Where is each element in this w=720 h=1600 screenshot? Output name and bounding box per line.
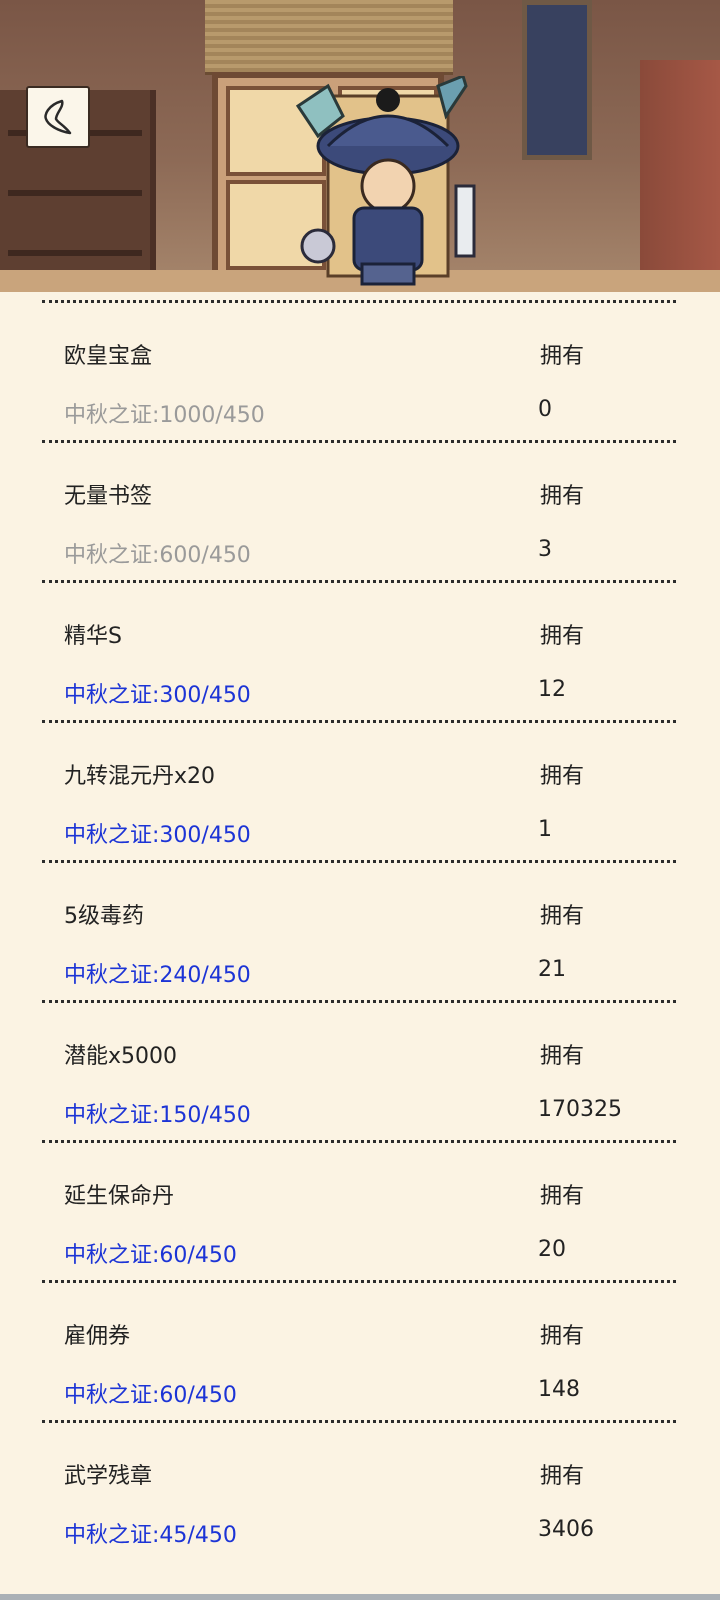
owned-label: 拥有 <box>540 344 585 369</box>
item-cost: 中秋之证:150/450 <box>64 1103 251 1128</box>
item-cost: 中秋之证:60/450 <box>64 1243 237 1268</box>
curtain <box>640 60 720 292</box>
item-name: 延生保命丹 <box>64 1184 175 1209</box>
exchange-item-list: 欧皇宝盒 拥有 中秋之证:1000/450 0 无量书签 拥有 中秋之证:600… <box>0 292 720 1600</box>
owned-label: 拥有 <box>540 1464 585 1489</box>
list-item[interactable]: 武学残章 拥有 中秋之证:45/450 3406 <box>0 1420 720 1560</box>
list-item[interactable]: 潜能x5000 拥有 中秋之证:150/450 170325 <box>0 1000 720 1140</box>
bottom-edge <box>0 1594 720 1600</box>
hanging-scroll <box>522 0 592 160</box>
merchant-character-illustration <box>295 76 476 286</box>
owned-label: 拥有 <box>540 764 585 789</box>
list-item[interactable]: 九转混元丹x20 拥有 中秋之证:300/450 1 <box>0 720 720 860</box>
shelf-rack <box>8 250 142 256</box>
owned-count: 1 <box>538 817 552 842</box>
shelf-rack <box>8 190 142 196</box>
list-item[interactable]: 无量书签 拥有 中秋之证:600/450 3 <box>0 440 720 580</box>
item-cost: 中秋之证:1000/450 <box>64 403 265 428</box>
owned-count: 0 <box>538 397 552 422</box>
owned-count: 170325 <box>538 1097 622 1122</box>
owned-count: 21 <box>538 957 566 982</box>
list-item[interactable]: 精华S 拥有 中秋之证:300/450 12 <box>0 580 720 720</box>
owned-label: 拥有 <box>540 904 585 929</box>
item-name: 武学残章 <box>64 1464 153 1489</box>
owned-count: 3406 <box>538 1517 594 1542</box>
item-name: 无量书签 <box>64 484 153 509</box>
window-blind <box>205 0 453 75</box>
back-button[interactable] <box>26 86 90 148</box>
list-item[interactable]: 欧皇宝盒 拥有 中秋之证:1000/450 0 <box>0 300 720 440</box>
item-name: 5级毒药 <box>64 904 144 929</box>
item-cost: 中秋之证:45/450 <box>64 1523 237 1548</box>
list-item[interactable]: 雇佣券 拥有 中秋之证:60/450 148 <box>0 1280 720 1420</box>
shop-header-illustration <box>0 0 720 292</box>
item-name: 欧皇宝盒 <box>64 344 153 369</box>
owned-label: 拥有 <box>540 1184 585 1209</box>
item-cost: 中秋之证:600/450 <box>64 543 251 568</box>
owned-count: 148 <box>538 1377 580 1402</box>
owned-count: 20 <box>538 1237 566 1262</box>
item-name: 潜能x5000 <box>64 1044 178 1069</box>
owned-count: 12 <box>538 677 566 702</box>
item-cost: 中秋之证:240/450 <box>64 963 251 988</box>
back-arrow-icon <box>44 99 72 135</box>
owned-count: 3 <box>538 537 552 562</box>
owned-label: 拥有 <box>540 624 585 649</box>
item-cost: 中秋之证:300/450 <box>64 683 251 708</box>
list-item[interactable]: 5级毒药 拥有 中秋之证:240/450 21 <box>0 860 720 1000</box>
owned-label: 拥有 <box>540 1324 585 1349</box>
item-name: 雇佣券 <box>64 1324 131 1349</box>
list-item[interactable]: 延生保命丹 拥有 中秋之证:60/450 20 <box>0 1140 720 1280</box>
owned-label: 拥有 <box>540 484 585 509</box>
item-name: 九转混元丹x20 <box>64 764 216 789</box>
item-name: 精华S <box>64 624 122 649</box>
owned-label: 拥有 <box>540 1044 585 1069</box>
item-cost: 中秋之证:60/450 <box>64 1383 237 1408</box>
item-cost: 中秋之证:300/450 <box>64 823 251 848</box>
